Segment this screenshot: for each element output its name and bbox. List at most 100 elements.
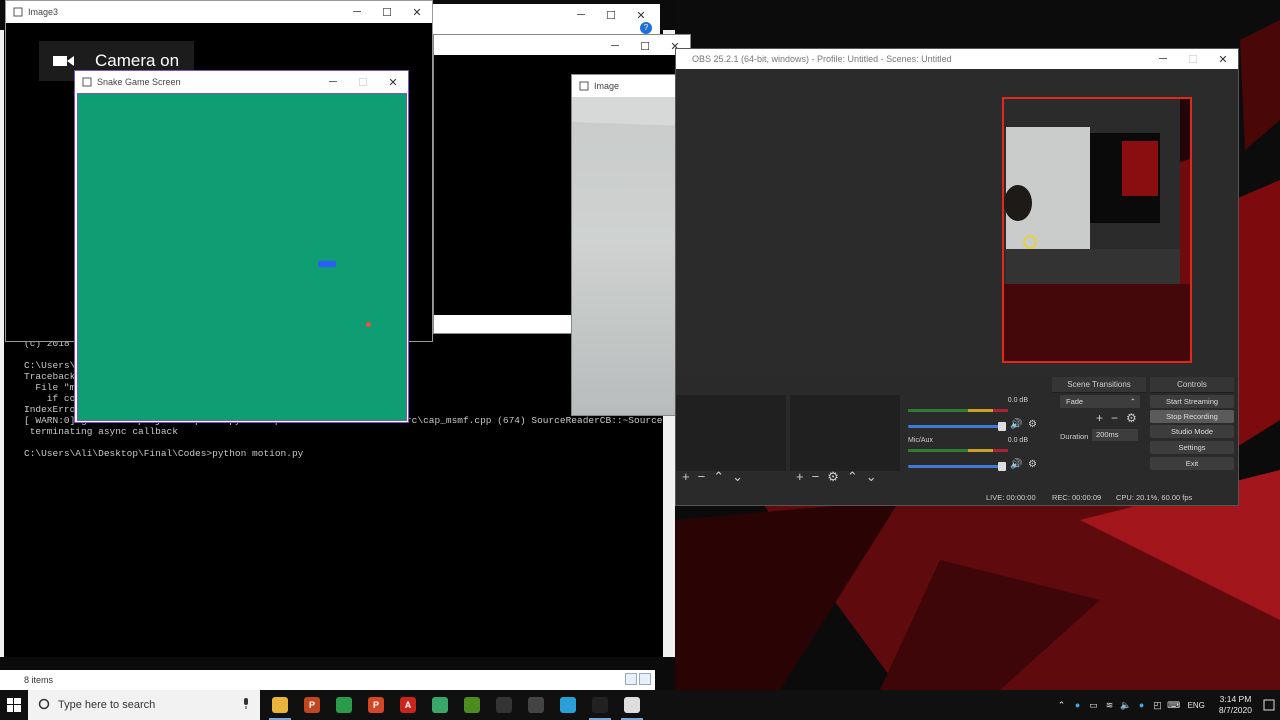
maximize-icon[interactable]: ☐ <box>1178 49 1208 70</box>
bluetooth-icon[interactable]: ● <box>1134 700 1150 710</box>
details-view-icon[interactable] <box>625 673 637 685</box>
taskbar-app[interactable] <box>328 690 360 720</box>
minimize-icon[interactable]: ─ <box>342 1 372 23</box>
obs-status-bar: LIVE: 00:00:00 REC: 00:00:09 CPU: 20.1%,… <box>676 489 1238 505</box>
move-up-icon[interactable]: ⌃ <box>847 469 858 485</box>
gear-icon[interactable]: ⚙ <box>1028 419 1037 430</box>
windows-logo-icon <box>7 698 21 712</box>
tiles-view-icon[interactable] <box>639 673 651 685</box>
maximize-icon[interactable]: ☐ <box>348 71 378 93</box>
game-field[interactable] <box>77 93 407 421</box>
duration-input[interactable]: 200ms <box>1092 429 1138 441</box>
minimize-icon[interactable]: ─ <box>1148 49 1178 70</box>
settings-button[interactable]: Settings <box>1150 441 1234 454</box>
volume-icon[interactable]: 🔈 <box>1118 700 1134 711</box>
taskbar-app[interactable] <box>616 690 648 720</box>
taskbar-app[interactable] <box>456 690 488 720</box>
close-icon[interactable]: ✕ <box>378 71 408 93</box>
window-icon <box>81 76 93 88</box>
view-toggle[interactable] <box>625 673 651 685</box>
move-down-icon[interactable]: ⌄ <box>866 469 877 485</box>
onedrive-icon[interactable]: ● <box>1070 700 1086 710</box>
start-button[interactable] <box>0 690 28 720</box>
exit-button[interactable]: Exit <box>1150 457 1234 470</box>
help-icon[interactable]: ? <box>640 22 652 34</box>
wifi-icon[interactable]: ≋ <box>1102 700 1118 711</box>
rec-time: REC: 00:00:09 <box>1052 493 1102 502</box>
remove-icon[interactable]: − <box>812 469 820 485</box>
maximize-icon[interactable]: ☐ <box>596 4 626 26</box>
speaker-icon[interactable]: 🔊 <box>1010 419 1022 430</box>
battery-icon[interactable]: ▭ <box>1086 700 1102 711</box>
language-indicator[interactable]: ENG <box>1188 701 1205 710</box>
obs-preview-canvas[interactable] <box>1002 97 1192 363</box>
system-tray: ⌃ ● ▭ ≋ 🔈 ● ◰ ⌨ ENG 3:14 PM 8/7/2020 <box>1054 690 1280 720</box>
network-icon[interactable]: ◰ <box>1150 700 1166 711</box>
camera-on-label: Camera on <box>95 51 180 70</box>
scenes-toolbar: + − ⌃ ⌄ <box>682 469 743 485</box>
move-up-icon[interactable]: ⌃ <box>713 469 724 485</box>
move-down-icon[interactable]: ⌄ <box>732 469 743 485</box>
epic-icon <box>496 697 512 713</box>
obs-titlebar[interactable]: OBS 25.2.1 (64-bit, windows) - Profile: … <box>676 49 1238 69</box>
maximize-icon[interactable]: ☐ <box>630 35 660 57</box>
obs-window[interactable]: OBS 25.2.1 (64-bit, windows) - Profile: … <box>675 48 1239 506</box>
chrome-icon <box>336 697 352 713</box>
snake-game-window[interactable]: Snake Game Screen ─ ☐ ✕ <box>74 70 409 423</box>
gear-icon[interactable]: ⚙ <box>1028 459 1037 470</box>
close-icon[interactable]: ✕ <box>402 1 432 23</box>
telegram-icon <box>560 697 576 713</box>
image3-titlebar[interactable]: Image3 ─ ☐ ✕ <box>6 1 432 23</box>
taskbar-app[interactable]: A <box>392 690 424 720</box>
taskbar-app[interactable] <box>424 690 456 720</box>
explorer-status-bar: 8 items <box>0 670 655 690</box>
preview-recursion <box>1004 99 1190 361</box>
taskbar-app[interactable]: P <box>296 690 328 720</box>
clock-date: 8/7/2020 <box>1218 705 1252 715</box>
snake-body <box>318 261 336 267</box>
pinned-apps: PPA <box>264 690 648 720</box>
start-streaming-button[interactable]: Start Streaming <box>1150 395 1234 408</box>
add-icon[interactable]: + <box>1096 411 1103 425</box>
taskbar: Type here to search PPA ⌃ ● ▭ ≋ 🔈 ● ◰ ⌨ … <box>0 690 1280 720</box>
minimize-icon[interactable]: ─ <box>318 71 348 93</box>
minimize-icon[interactable]: ─ <box>566 4 596 26</box>
taskbar-app[interactable] <box>488 690 520 720</box>
taskbar-app[interactable]: P <box>360 690 392 720</box>
remove-icon[interactable]: − <box>1111 411 1118 425</box>
maximize-icon[interactable]: ☐ <box>372 1 402 23</box>
background-window-titlebar[interactable]: ─ ☐ ✕ ? <box>430 4 660 34</box>
add-icon[interactable]: + <box>682 469 690 485</box>
remove-icon[interactable]: − <box>698 469 706 485</box>
powerpoint-icon: P <box>304 697 320 713</box>
notification-icon[interactable] <box>1258 690 1280 720</box>
taskbar-app[interactable] <box>584 690 616 720</box>
clock[interactable]: 3:14 PM 8/7/2020 <box>1219 694 1252 716</box>
taskbar-app[interactable] <box>520 690 552 720</box>
gear-icon[interactable]: ⚙ <box>1126 411 1137 425</box>
volume-slider[interactable] <box>908 422 1006 431</box>
keyboard-icon[interactable]: ⌨ <box>1166 700 1182 711</box>
taskbar-search[interactable]: Type here to search <box>28 690 260 720</box>
chevron-up-icon[interactable]: ⌃ <box>1054 700 1070 711</box>
close-icon[interactable]: ✕ <box>1208 49 1238 70</box>
chevron-updown-icon: ⌃ <box>1129 397 1136 406</box>
studio-mode-button[interactable]: Studio Mode <box>1150 425 1234 438</box>
taskbar-app[interactable] <box>552 690 584 720</box>
transition-select[interactable]: Fade ⌃ <box>1060 395 1140 408</box>
minimize-icon[interactable]: ─ <box>600 35 630 57</box>
snake-titlebar[interactable]: Snake Game Screen ─ ☐ ✕ <box>75 71 408 93</box>
add-icon[interactable]: + <box>796 469 804 485</box>
image3-title: Image3 <box>28 7 59 17</box>
gear-icon[interactable]: ⚙ <box>827 469 839 485</box>
taskbar-app[interactable] <box>264 690 296 720</box>
speaker-icon[interactable]: 🔊 <box>1010 459 1022 470</box>
camera-icon <box>53 54 75 68</box>
volume-slider[interactable] <box>908 462 1006 471</box>
vpn-icon <box>432 697 448 713</box>
microphone-icon[interactable] <box>242 697 250 713</box>
live-time: LIVE: 00:00:00 <box>986 493 1036 502</box>
stop-recording-button[interactable]: Stop Recording <box>1150 410 1234 423</box>
cpu-usage: CPU: 20.1%, 60.00 fps <box>1116 493 1193 502</box>
